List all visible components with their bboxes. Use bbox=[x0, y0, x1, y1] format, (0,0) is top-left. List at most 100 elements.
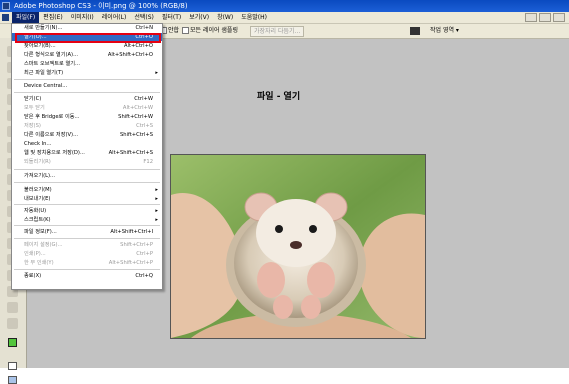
file-menu-item-export[interactable]: 내보내기(E) ▸ bbox=[12, 195, 162, 203]
menu-item-shortcut: Ctrl+N bbox=[135, 25, 153, 31]
menu-item-shortcut: Alt+Shift+Ctrl+O bbox=[107, 52, 153, 58]
file-menu-item-place[interactable]: 가져오기(L)... bbox=[12, 172, 162, 180]
file-menu-item-file-info[interactable]: 파일 정보(F)... Alt+Shift+Ctrl+I bbox=[12, 228, 162, 236]
menu-item-label: 저장(S) bbox=[24, 123, 41, 129]
submenu-arrow-icon: ▸ bbox=[155, 70, 158, 76]
file-menu-item-save-for-web[interactable]: 웹 및 장치용으로 저장(D)... Alt+Shift+Ctrl+S bbox=[12, 149, 162, 157]
menu-help[interactable]: 도움말(H) bbox=[237, 12, 271, 23]
open-item-highlight-frame bbox=[15, 33, 161, 43]
menu-item-shortcut: Alt+Shift+Ctrl+I bbox=[110, 229, 153, 235]
file-menu-item-revert[interactable]: 되돌리기(R) F12 bbox=[12, 158, 162, 166]
file-menu-item-import[interactable]: 불러오기(M) ▸ bbox=[12, 186, 162, 194]
menu-item-label: 되돌리기(R) bbox=[24, 159, 51, 165]
menu-layer[interactable]: 레이어(L) bbox=[98, 12, 131, 23]
file-menu-item-new[interactable]: 새로 만들기(N)... Ctrl+N bbox=[12, 24, 162, 32]
menu-separator bbox=[14, 169, 160, 170]
menu-item-shortcut: Alt+Shift+Ctrl+P bbox=[108, 260, 153, 266]
file-menu-item-close-and-go-to-bridge[interactable]: 닫은 후 Bridge로 이동... Shift+Ctrl+W bbox=[12, 113, 162, 121]
menu-item-shortcut: F12 bbox=[143, 159, 153, 165]
menu-item-label: 새로 만들기(N)... bbox=[24, 25, 63, 31]
file-menu-item-scripts[interactable]: 스크립트(K) ▸ bbox=[12, 216, 162, 224]
menu-item-label: 페이지 설정(G)... bbox=[24, 242, 63, 248]
menu-item-label: 종료(X) bbox=[24, 273, 42, 279]
file-menu-item-close-all[interactable]: 모두 닫기 Alt+Ctrl+W bbox=[12, 104, 162, 112]
submenu-arrow-icon: ▸ bbox=[155, 217, 158, 223]
window-title: Adobe Photoshop CS3 - 이미.png @ 100% (RGB… bbox=[14, 2, 188, 10]
window-controls bbox=[525, 13, 565, 22]
menu-item-label: 닫은 후 Bridge로 이동... bbox=[24, 114, 80, 120]
menu-item-label: 한 부 인쇄(Y) bbox=[24, 260, 54, 266]
hedgehog-photo bbox=[170, 154, 426, 339]
menu-item-label: Check In... bbox=[24, 141, 52, 147]
menu-item-shortcut: Shift+Ctrl+P bbox=[120, 242, 153, 248]
screen-mode-icon[interactable] bbox=[8, 376, 17, 384]
submenu-arrow-icon: ▸ bbox=[155, 208, 158, 214]
minimize-icon[interactable] bbox=[525, 13, 537, 22]
menu-item-label: 가져오기(L)... bbox=[24, 173, 55, 179]
menu-item-shortcut: Alt+Ctrl+W bbox=[122, 105, 153, 111]
menu-separator bbox=[14, 182, 160, 183]
file-menu-item-print-one-copy[interactable]: 한 부 인쇄(Y) Alt+Shift+Ctrl+P bbox=[12, 259, 162, 267]
close-icon[interactable] bbox=[553, 13, 565, 22]
menu-item-label: 스크립트(K) bbox=[24, 217, 51, 223]
file-menu-item-automate[interactable]: 자동화(U) ▸ bbox=[12, 207, 162, 215]
sample-all-layers-option[interactable]: 모든 레이어 샘플링 bbox=[182, 24, 238, 38]
title-bar: Adobe Photoshop CS3 - 이미.png @ 100% (RGB… bbox=[0, 0, 569, 12]
file-menu-item-save[interactable]: 저장(S) Ctrl+S bbox=[12, 122, 162, 130]
workspace-icon[interactable] bbox=[410, 27, 420, 35]
submenu-arrow-icon: ▸ bbox=[155, 196, 158, 202]
file-menu-item-check-in[interactable]: Check In... bbox=[12, 140, 162, 148]
menu-item-label: Device Central... bbox=[24, 83, 68, 89]
file-menu-item-open-recent[interactable]: 최근 파일 열기(T) ▸ bbox=[12, 69, 162, 77]
menu-item-label: 모두 닫기 bbox=[24, 105, 45, 111]
menu-select[interactable]: 선택(S) bbox=[130, 12, 158, 23]
menu-item-label: 찾아보기(B)... bbox=[24, 43, 56, 49]
menu-item-shortcut: Ctrl+S bbox=[136, 123, 153, 129]
foreground-color-swatch[interactable] bbox=[8, 338, 17, 347]
hedgehog-photo-illustration bbox=[171, 155, 425, 338]
menu-item-label: 내보내기(E) bbox=[24, 196, 51, 202]
photoshop-logo-icon bbox=[2, 2, 10, 10]
menu-item-label: 다른 형식으로 열기(A)... bbox=[24, 52, 79, 58]
menu-item-label: 웹 및 장치용으로 저장(D)... bbox=[24, 150, 85, 156]
menu-edit[interactable]: 편집(E) bbox=[39, 12, 67, 23]
sample-all-layers-checkbox[interactable] bbox=[182, 27, 189, 34]
file-menu-item-device-central[interactable]: Device Central... bbox=[12, 82, 162, 90]
menu-separator bbox=[14, 92, 160, 93]
menu-filter[interactable]: 필터(T) bbox=[158, 12, 185, 23]
menu-item-shortcut: Shift+Ctrl+S bbox=[119, 132, 153, 138]
menu-file[interactable]: 파일(F) bbox=[12, 12, 40, 23]
menu-image[interactable]: 이미지(I) bbox=[67, 12, 98, 23]
zoom-tool-icon[interactable] bbox=[7, 318, 18, 329]
menu-view[interactable]: 보기(V) bbox=[185, 12, 213, 23]
file-menu-item-page-setup[interactable]: 페이지 설정(G)... Shift+Ctrl+P bbox=[12, 241, 162, 249]
file-menu-item-print[interactable]: 인쇄(P)... Ctrl+P bbox=[12, 250, 162, 258]
menu-item-shortcut: Ctrl+P bbox=[136, 251, 153, 257]
refine-edge-button[interactable]: 가장자리 다듬기... bbox=[250, 26, 305, 37]
menu-separator bbox=[14, 269, 160, 270]
file-menu-item-open-as[interactable]: 다른 형식으로 열기(A)... Alt+Shift+Ctrl+O bbox=[12, 51, 162, 59]
document-icon[interactable] bbox=[2, 14, 9, 21]
file-menu-item-browse[interactable]: 찾아보기(B)... Alt+Ctrl+O bbox=[12, 42, 162, 50]
menu-window[interactable]: 창(W) bbox=[213, 12, 237, 23]
menu-separator bbox=[14, 204, 160, 205]
file-menu-item-exit[interactable]: 종료(X) Ctrl+Q bbox=[12, 272, 162, 280]
menu-item-label: 인쇄(P)... bbox=[24, 251, 46, 257]
workspace-dropdown[interactable]: 작업 영역 ▾ bbox=[430, 24, 459, 38]
file-menu-item-open-as-smart-object[interactable]: 스마트 오브젝트로 열기... bbox=[12, 60, 162, 68]
quick-mask-icon[interactable] bbox=[8, 362, 17, 370]
document-heading: 파일 - 열기 bbox=[257, 92, 301, 102]
submenu-arrow-icon: ▸ bbox=[155, 187, 158, 193]
file-menu-item-close[interactable]: 닫기(C) Ctrl+W bbox=[12, 95, 162, 103]
file-menu-dropdown: 새로 만들기(N)... Ctrl+N 열기(O)... Ctrl+O 찾아보기(B).… bbox=[11, 23, 163, 290]
menu-item-shortcut: Alt+Ctrl+O bbox=[123, 43, 153, 49]
menu-item-shortcut: Ctrl+Q bbox=[135, 273, 153, 279]
menu-separator bbox=[14, 238, 160, 239]
hand-tool-icon[interactable] bbox=[7, 302, 18, 313]
menu-item-shortcut: Shift+Ctrl+W bbox=[118, 114, 153, 120]
file-menu-item-save-as[interactable]: 다른 이름으로 저장(V)... Shift+Ctrl+S bbox=[12, 131, 162, 139]
menu-item-label: 불러오기(M) bbox=[24, 187, 52, 193]
menu-item-label: 자동화(U) bbox=[24, 208, 47, 214]
restore-icon[interactable] bbox=[539, 13, 551, 22]
menu-item-label: 최근 파일 열기(T) bbox=[24, 70, 64, 76]
